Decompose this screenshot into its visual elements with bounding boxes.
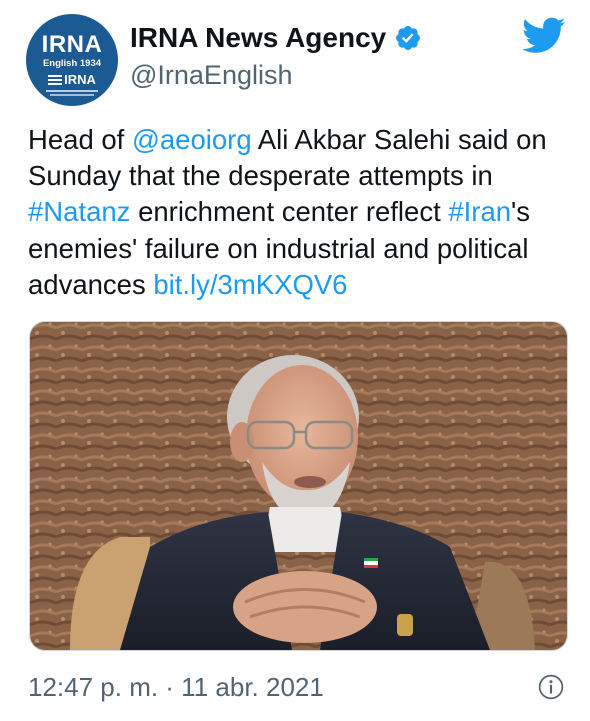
account-name-row: IRNA News Agency [130, 22, 422, 54]
verified-badge-icon [396, 26, 421, 50]
avatar-logo-subtext: English 1934 [42, 58, 102, 69]
avatar-logo-text: IRNA [41, 31, 103, 58]
twitter-bird-icon[interactable] [522, 17, 566, 55]
avatar-logo-row: IRNA [48, 72, 96, 87]
avatar-logo-line [46, 90, 98, 92]
account-display-name[interactable]: IRNA News Agency [130, 22, 386, 54]
url-link[interactable]: bit.ly/3mKXQV6 [153, 269, 347, 300]
tweet-text-segment: Head of [28, 124, 132, 155]
tweet-text-segment: enrichment center reflect [130, 196, 449, 228]
photo-portrait-image [30, 322, 567, 650]
tweet-text: Head of @aeoiorg Ali Akbar Salehi said o… [28, 122, 573, 303]
tweet-photo[interactable] [29, 321, 568, 651]
mention-link-aeoiorg[interactable]: @aeoiorg [132, 124, 252, 155]
hashtag-link-iran[interactable]: #Iran [448, 196, 511, 227]
account-handle[interactable]: @IrnaEnglish [130, 60, 293, 91]
hashtag-link-natanz[interactable]: #Natanz [28, 196, 130, 227]
avatar-logo-small: IRNA [64, 72, 96, 87]
tweet-timestamp[interactable]: 12:47 p. m. · 11 abr. 2021 [28, 672, 324, 703]
avatar-logo-line [50, 94, 94, 96]
account-avatar[interactable]: IRNA English 1934 IRNA [26, 14, 118, 106]
info-icon[interactable] [538, 674, 564, 700]
logo-stripes-icon [48, 74, 63, 85]
